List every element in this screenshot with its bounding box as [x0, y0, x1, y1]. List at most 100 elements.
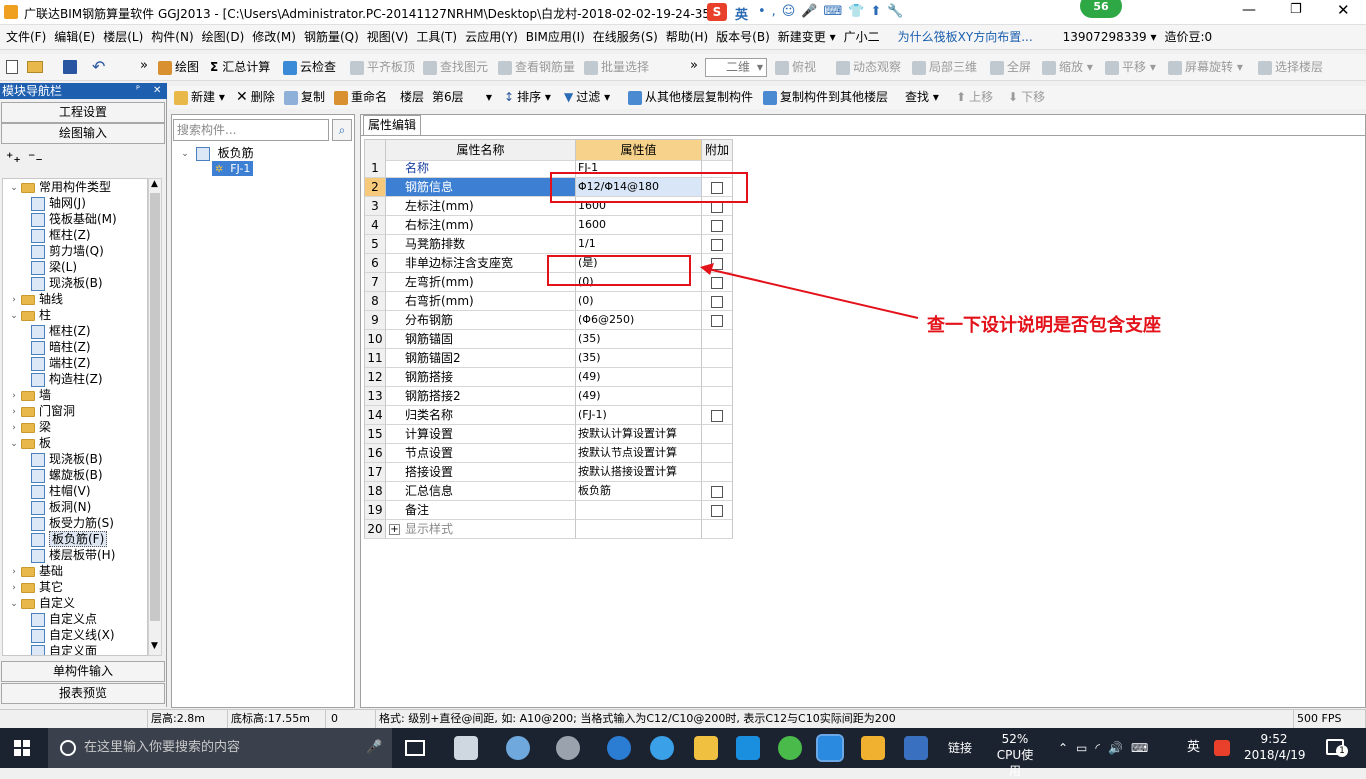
glodon-icon[interactable] [736, 736, 760, 760]
collapse-icon[interactable]: ⌄ [9, 596, 19, 612]
dynamic-view-button[interactable]: 动态观察 [836, 54, 901, 81]
ime-lang[interactable]: 英 [735, 4, 748, 23]
component-search-input[interactable]: 搜索构件... [173, 119, 329, 141]
batch-select-button[interactable]: 批量选择 [584, 54, 649, 81]
property-row[interactable]: 20 + 显示样式 [365, 520, 733, 539]
sum-calc-button[interactable]: Σ 汇总计算 [210, 54, 270, 81]
property-value[interactable]: 板负筋 [576, 482, 702, 501]
tree-folder[interactable]: ⌄ 自定义 [9, 595, 75, 611]
extra-checkbox[interactable] [711, 219, 723, 232]
tree-folder[interactable]: › 门窗洞 [9, 403, 75, 419]
open-folder-icon[interactable] [27, 61, 43, 73]
zoom-button[interactable]: 缩放 ▾ [1042, 54, 1093, 81]
tree-item[interactable]: 自定义点 [31, 611, 97, 627]
copy-button[interactable]: 复制 [284, 84, 325, 111]
menu-item[interactable]: 构件(N) [147, 25, 197, 50]
search-icon[interactable]: ⌕ [332, 119, 352, 141]
menu-item[interactable]: 造价豆:0 [1160, 25, 1216, 50]
draw-input-button[interactable]: 绘图输入 [1, 123, 165, 144]
property-value[interactable]: (0) [576, 292, 702, 311]
scroll-down-icon[interactable]: ▼ [151, 641, 158, 651]
chrome-like-icon[interactable] [556, 736, 580, 760]
green-app-icon[interactable] [778, 736, 802, 760]
windows-start-icon[interactable] [14, 740, 30, 756]
menu-item[interactable]: BIM应用(I) [522, 25, 589, 50]
new-file-icon[interactable] [6, 60, 18, 74]
tree-item[interactable]: 螺旋板(B) [31, 467, 103, 483]
tree-item[interactable]: 剪力墙(Q) [31, 243, 104, 259]
expand-all-icon[interactable]: ⁺₊ [6, 150, 21, 166]
menu-item[interactable]: 为什么筏板XY方向布置... [894, 25, 1037, 50]
expand-icon[interactable]: › [9, 420, 19, 436]
menu-item[interactable]: 绘图(D) [198, 25, 249, 50]
tree-item[interactable]: 板负筋(F) [31, 531, 108, 547]
tree-item[interactable]: 框柱(Z) [31, 323, 91, 339]
draw-button[interactable]: 绘图 [158, 54, 199, 81]
expand-icon[interactable]: › [9, 580, 19, 596]
property-value[interactable] [576, 501, 702, 520]
view-mode-select[interactable]: 二维 ▼ [705, 58, 767, 77]
menu-item[interactable]: 广小二 [840, 25, 884, 50]
expand-icon[interactable]: › [9, 404, 19, 420]
delete-button[interactable]: ✕ 删除 [236, 84, 275, 111]
fullscreen-button[interactable]: 全屏 [990, 54, 1031, 81]
tree-folder[interactable]: ⌄ 常用构件类型 [9, 179, 111, 195]
tree-item[interactable]: 筏板基础(M) [31, 211, 117, 227]
app-fan-icon[interactable] [454, 736, 478, 760]
property-value[interactable]: (Φ6@250) [576, 311, 702, 330]
tray-lang[interactable]: 英 [1187, 728, 1200, 768]
property-row[interactable]: 9 分布钢筋 (Φ6@250) [365, 311, 733, 330]
property-row[interactable]: 11 钢筋锚固2 (35) [365, 349, 733, 368]
tray-icons[interactable]: ⌃▭◜🔊⌨ [1058, 728, 1156, 768]
menu-item[interactable]: 版本号(B) [712, 25, 774, 50]
menu-item[interactable]: 云应用(Y) [461, 25, 522, 50]
project-settings-button[interactable]: 工程设置 [1, 102, 165, 123]
extra-checkbox[interactable] [711, 409, 723, 422]
property-value[interactable]: 1600 [576, 216, 702, 235]
menu-item[interactable]: 编辑(E) [50, 25, 99, 50]
edge-icon[interactable] [607, 736, 631, 760]
microphone-icon[interactable]: 🎤 [366, 728, 382, 768]
property-row[interactable]: 8 右弯折(mm) (0) [365, 292, 733, 311]
tree-item[interactable]: 轴网(J) [31, 195, 86, 211]
tree-item[interactable]: 框柱(Z) [31, 227, 91, 243]
new-component-button[interactable]: 新建 ▾ [174, 84, 225, 111]
tree-scrollbar[interactable]: ▲ ▼ [148, 178, 162, 656]
extra-checkbox[interactable] [711, 485, 723, 498]
menu-item[interactable]: 楼层(L) [99, 25, 147, 50]
property-value[interactable] [576, 520, 702, 539]
property-value[interactable]: (49) [576, 387, 702, 406]
flat-top-button[interactable]: 平齐板顶 [350, 54, 415, 81]
tree-folder[interactable]: › 轴线 [9, 291, 63, 307]
property-row[interactable]: 18 汇总信息 板负筋 [365, 482, 733, 501]
ie-icon[interactable] [506, 736, 530, 760]
extra-checkbox[interactable] [711, 238, 723, 251]
tree-item[interactable]: 暗柱(Z) [31, 339, 91, 355]
notes-app-icon[interactable] [861, 736, 885, 760]
tree-item[interactable]: 现浇板(B) [31, 451, 103, 467]
find-button[interactable]: 查找 ▾ [905, 84, 939, 111]
extra-checkbox[interactable] [711, 504, 723, 517]
tree-item[interactable]: 端柱(Z) [31, 355, 91, 371]
tray-link[interactable]: 链接 [948, 728, 972, 768]
menu-item[interactable]: 帮助(H) [662, 25, 712, 50]
property-row[interactable]: 17 搭接设置 按默认搭接设置计算 [365, 463, 733, 482]
tree-item[interactable]: 柱帽(V) [31, 483, 91, 499]
tree-item[interactable]: 自定义线(X) [31, 627, 115, 643]
property-value[interactable]: (35) [576, 349, 702, 368]
copy-from-floor-button[interactable]: 从其他楼层复制构件 [628, 84, 753, 111]
tree-folder[interactable]: › 基础 [9, 563, 63, 579]
tree-folder[interactable]: ⌄ 板 [9, 435, 51, 451]
filter-button[interactable]: ▼ 过滤 ▾ [564, 84, 610, 111]
active-app-icon[interactable] [816, 734, 844, 762]
maximize-button[interactable]: ❐ [1290, 2, 1302, 17]
tree-item[interactable]: 构造柱(Z) [31, 371, 103, 387]
tree-item[interactable]: 梁(L) [31, 259, 77, 275]
pin-icon[interactable]: ᴾ [136, 83, 140, 99]
close-button[interactable]: ✕ [1337, 1, 1350, 19]
property-row[interactable]: 14 归类名称 (FJ-1) [365, 406, 733, 425]
pan-button[interactable]: 平移 ▾ [1105, 54, 1156, 81]
menu-item[interactable]: 工具(T) [412, 25, 461, 50]
tree-folder[interactable]: › 梁 [9, 419, 51, 435]
notification-badge[interactable]: 56 [1080, 0, 1122, 18]
